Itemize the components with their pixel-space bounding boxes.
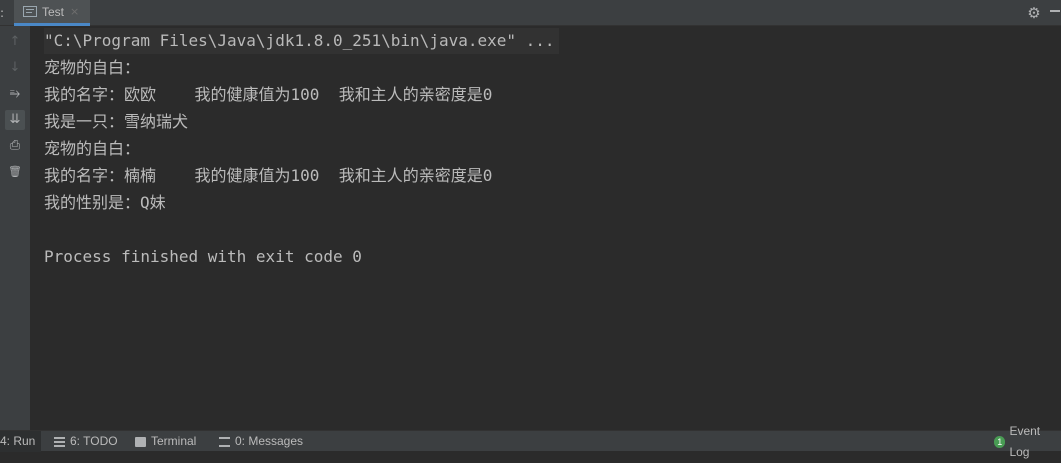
event-log-button[interactable]: 1 Event Log [994,424,1061,459]
terminal-tool-button[interactable]: Terminal [135,431,196,452]
scroll-to-end-icon[interactable]: ⇊ [5,110,25,130]
tab-label: Test [42,4,65,19]
todo-tool-button[interactable]: 6: TODO [54,431,118,452]
console-line: 我的名字：楠楠 我的健康值为100 我和主人的亲密度是0 [44,166,493,185]
gear-icon[interactable]: ⚙ [1026,5,1042,21]
process-exit-line: Process finished with exit code 0 [44,247,362,266]
messages-tool-button[interactable]: 0: Messages [219,431,303,452]
soft-wrap-icon[interactable]: ⥱ [5,84,25,104]
console-output[interactable]: "C:\Program Files\Java\jdk1.8.0_251\bin\… [30,26,1061,430]
tool-window-bar: 4: Run 6: TODO Terminal 0: Messages 1 Ev… [0,424,1061,459]
run-tool-button[interactable]: 4: Run [0,431,42,452]
console-line: 我是一只：雪纳瑞犬 [44,112,189,131]
terminal-icon [135,436,146,447]
console-line: 宠物的自白： [44,139,141,158]
console-toolbar: ↑ ↓ ⥱ ⇊ ⎙ 🗑 [0,26,30,430]
minimize-icon[interactable] [1050,10,1060,12]
terminal-label: Terminal [151,434,197,448]
tab-test[interactable]: Test × [14,0,90,26]
console-command-line: "C:\Program Files\Java\jdk1.8.0_251\bin\… [44,28,559,54]
console-line: 我的性别是：Q妹 [44,193,166,212]
event-count-badge: 1 [994,435,1006,448]
todo-icon [54,436,65,447]
tool-window-header: : Test × ⚙ [0,0,1061,26]
arrow-up-icon[interactable]: ↑ [5,32,25,52]
close-icon[interactable]: × [70,5,79,18]
header-edge-mark: : [0,6,5,20]
print-icon[interactable]: ⎙ [5,136,25,156]
console-icon [23,6,37,17]
messages-icon [219,436,230,447]
todo-label: 6: TODO [70,434,118,448]
console-line: 宠物的自白： [44,58,141,77]
event-log-label: Event Log [1009,423,1041,459]
trash-icon[interactable]: 🗑 [5,162,25,182]
console-line: 我的名字：欧欧 我的健康值为100 我和主人的亲密度是0 [44,85,493,104]
arrow-down-icon[interactable]: ↓ [5,58,25,78]
messages-label: 0: Messages [235,434,304,448]
run-label: 4: Run [0,434,36,448]
